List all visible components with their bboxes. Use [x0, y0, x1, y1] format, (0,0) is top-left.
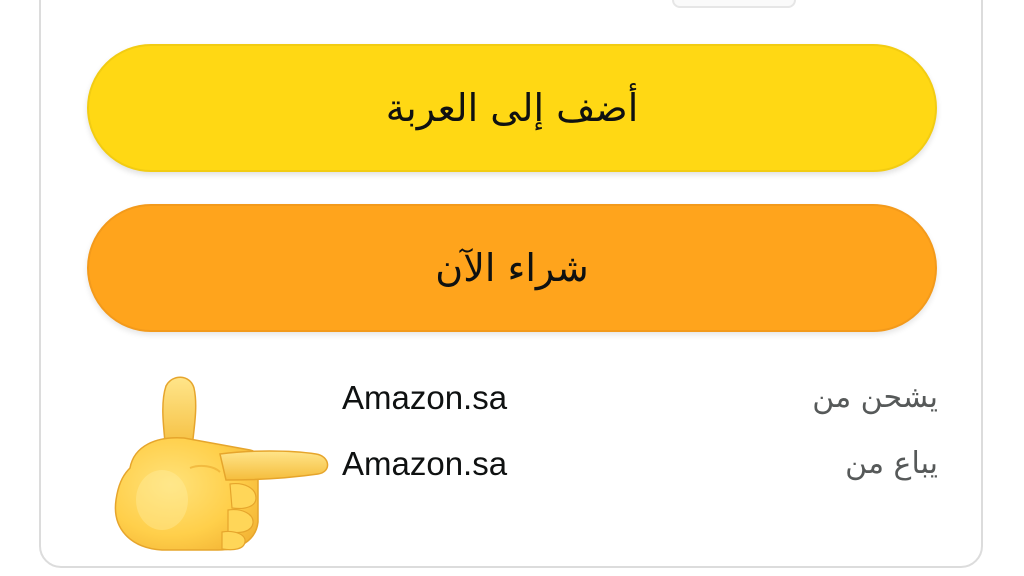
- cropped-control-edge: [672, 0, 796, 8]
- product-buy-box-screen: أضف إلى العربة شراء الآن يشحن من Amazon.…: [0, 0, 1024, 576]
- ships-from-row: يشحن من Amazon.sa: [330, 376, 940, 420]
- ships-from-label: يشحن من: [812, 380, 938, 415]
- ships-from-value[interactable]: Amazon.sa: [342, 376, 507, 420]
- buy-now-label: شراء الآن: [435, 246, 589, 290]
- buy-now-button[interactable]: شراء الآن: [87, 204, 937, 332]
- add-to-cart-button[interactable]: أضف إلى العربة: [87, 44, 937, 172]
- sold-by-value[interactable]: Amazon.sa: [342, 442, 507, 486]
- sold-by-label: يباع من: [845, 446, 938, 481]
- sold-by-row: يباع من Amazon.sa: [330, 442, 940, 486]
- add-to-cart-label: أضف إلى العربة: [385, 86, 639, 130]
- pointing-hand-icon: [114, 376, 329, 551]
